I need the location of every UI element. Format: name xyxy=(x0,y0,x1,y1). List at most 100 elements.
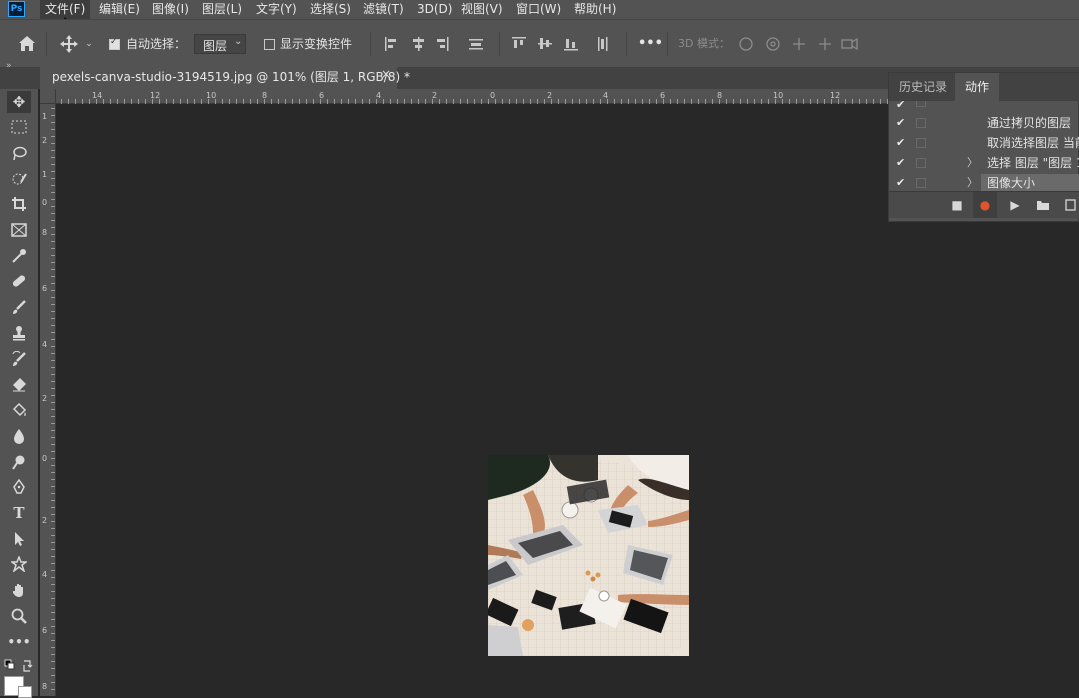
expand-arrow-icon[interactable]: 〉 xyxy=(967,153,978,173)
ruler-tick-label: 1 xyxy=(42,170,48,179)
action-row[interactable]: ✔ 取消选择图层 当前 xyxy=(889,133,1079,153)
check-icon[interactable]: ✔ xyxy=(896,113,905,133)
show-transform-checkbox[interactable] xyxy=(264,39,275,50)
lasso-tool-icon[interactable] xyxy=(7,142,31,164)
check-icon[interactable]: ✔ xyxy=(896,173,905,193)
dodge-tool-icon[interactable] xyxy=(7,451,31,473)
vertical-ruler[interactable]: 1210864202468 xyxy=(40,104,56,696)
ruler-tick-label: 4 xyxy=(42,570,48,579)
3d-mode-label: 3D 模式： xyxy=(678,37,730,50)
document-tab[interactable]: pexels-canva-studio-3194519.jpg @ 101% (… xyxy=(40,61,410,89)
folder-icon[interactable] xyxy=(1031,192,1055,218)
auto-select-target-dropdown[interactable]: 图层 ⌄ xyxy=(194,34,246,54)
menu-bar: Ps 文件(F) 编辑(E) 图像(I) 图层(L) 文字(Y) 选择(S) 滤… xyxy=(0,0,1079,35)
check-icon[interactable]: ✔ xyxy=(896,101,905,111)
dialog-toggle-box[interactable] xyxy=(916,138,926,148)
home-icon[interactable] xyxy=(18,35,36,52)
move-tool-icon[interactable]: ✥ xyxy=(7,91,31,113)
ruler-tick-label: 14 xyxy=(92,91,103,100)
ruler-tick-label: 2 xyxy=(42,136,48,145)
paint-bucket-tool-icon[interactable] xyxy=(7,399,31,421)
check-icon[interactable]: ✔ xyxy=(896,133,905,153)
dialog-toggle-box[interactable] xyxy=(916,101,926,107)
dialog-toggle-box[interactable] xyxy=(916,178,926,188)
toolbar-header: » xyxy=(0,61,40,89)
ruler-tick-label: 8 xyxy=(42,682,48,691)
crop-tool-icon[interactable] xyxy=(7,193,31,215)
brush-tool-icon[interactable] xyxy=(7,296,31,318)
zoom-tool-icon[interactable] xyxy=(7,605,31,627)
photoshop-logo: Ps xyxy=(8,1,25,17)
path-selection-tool-icon[interactable] xyxy=(7,528,31,550)
menu-select[interactable]: 选择(S) xyxy=(305,0,356,19)
play-icon[interactable]: ▶ xyxy=(1003,192,1027,218)
menu-edit[interactable]: 编辑(E) xyxy=(94,0,145,19)
align-buttons xyxy=(385,37,483,51)
more-tools-icon[interactable]: ••• xyxy=(7,631,31,653)
eyedropper-tool-icon[interactable] xyxy=(7,245,31,267)
record-icon[interactable]: ● xyxy=(973,192,997,218)
menu-filter[interactable]: 滤镜(T) xyxy=(358,0,409,19)
menu-window[interactable]: 窗口(W) xyxy=(511,0,566,19)
action-row[interactable]: ✔ xyxy=(889,101,1079,111)
menu-view[interactable]: 视图(V) xyxy=(456,0,508,19)
default-colors-icon[interactable] xyxy=(4,658,34,674)
layer-select-value: 图层 xyxy=(203,39,228,53)
more-options-button[interactable]: ••• xyxy=(638,20,663,68)
chevron-down-icon: ⌄ xyxy=(234,36,243,47)
menu-layer[interactable]: 图层(L) xyxy=(197,0,247,19)
hand-tool-icon[interactable] xyxy=(7,579,31,601)
pen-tool-icon[interactable] xyxy=(7,476,31,498)
canvas-image[interactable] xyxy=(488,455,689,656)
3d-mode-icons xyxy=(739,37,858,51)
align-right-icon xyxy=(447,37,449,51)
ruler-tick-label: 1 xyxy=(42,112,48,121)
close-tab-icon[interactable]: × xyxy=(381,67,391,81)
action-row-label: 选择 图层 "图层 1" xyxy=(987,156,1079,170)
ruler-tick-label: 2 xyxy=(42,394,48,403)
blur-tool-icon[interactable] xyxy=(7,425,31,447)
3d-orbit-icon xyxy=(739,37,753,51)
expand-arrow-icon[interactable]: 〉 xyxy=(967,173,978,193)
ruler-tick-label: 0 xyxy=(42,198,48,207)
new-action-icon[interactable] xyxy=(1059,192,1079,218)
ruler-tick-label: 2 xyxy=(42,516,48,525)
frame-tool-icon[interactable] xyxy=(7,219,31,241)
align-left-icon xyxy=(385,37,387,51)
menu-help[interactable]: 帮助(H) xyxy=(569,0,621,19)
menu-type[interactable]: 文字(Y) xyxy=(251,0,302,19)
history-brush-tool-icon[interactable] xyxy=(7,348,31,370)
tab-actions[interactable]: 动作 xyxy=(955,73,1000,101)
menu-image[interactable]: 图像(I) xyxy=(147,0,194,19)
action-row-label: 图像大小 xyxy=(987,176,1036,190)
tab-history[interactable]: 历史记录 xyxy=(889,73,957,101)
marquee-tool-icon[interactable] xyxy=(7,116,31,138)
dialog-toggle-box[interactable] xyxy=(916,118,926,128)
action-row[interactable]: ✔ 〉 选择 图层 "图层 1" xyxy=(889,153,1079,173)
ruler-tick-label: 6 xyxy=(42,284,48,293)
custom-shape-tool-icon[interactable] xyxy=(7,553,31,575)
action-row-selected[interactable]: ✔ 〉 图像大小 xyxy=(889,173,1079,193)
healing-brush-tool-icon[interactable] xyxy=(7,270,31,292)
eraser-tool-icon[interactable] xyxy=(7,373,31,395)
quick-selection-tool-icon[interactable] xyxy=(7,168,31,190)
ruler-tick-label: 8 xyxy=(42,228,48,237)
tools-panel: ✥ T ••• xyxy=(0,89,38,698)
auto-select-checkbox[interactable] xyxy=(109,37,120,50)
collapse-icon[interactable]: » xyxy=(6,61,12,71)
ruler-tick-label: 4 xyxy=(42,340,48,349)
ruler-origin[interactable] xyxy=(40,89,56,104)
align-vertical-buttons xyxy=(512,37,608,51)
background-color-swatch[interactable] xyxy=(18,686,32,698)
type-tool-icon[interactable]: T xyxy=(7,502,31,524)
action-row[interactable]: ✔ 通过拷贝的图层 xyxy=(889,113,1079,133)
stop-icon[interactable]: ■ xyxy=(945,192,969,218)
ruler-tick-label: 6 xyxy=(42,626,48,635)
move-tool-icon[interactable] xyxy=(59,34,79,54)
menu-3d[interactable]: 3D(D) xyxy=(412,0,457,19)
workspace-photo xyxy=(488,455,689,656)
check-icon[interactable]: ✔ xyxy=(896,153,905,173)
dialog-toggle-box[interactable] xyxy=(916,158,926,168)
action-row-label: 取消选择图层 当前 xyxy=(987,136,1079,150)
clone-stamp-tool-icon[interactable] xyxy=(7,322,31,344)
